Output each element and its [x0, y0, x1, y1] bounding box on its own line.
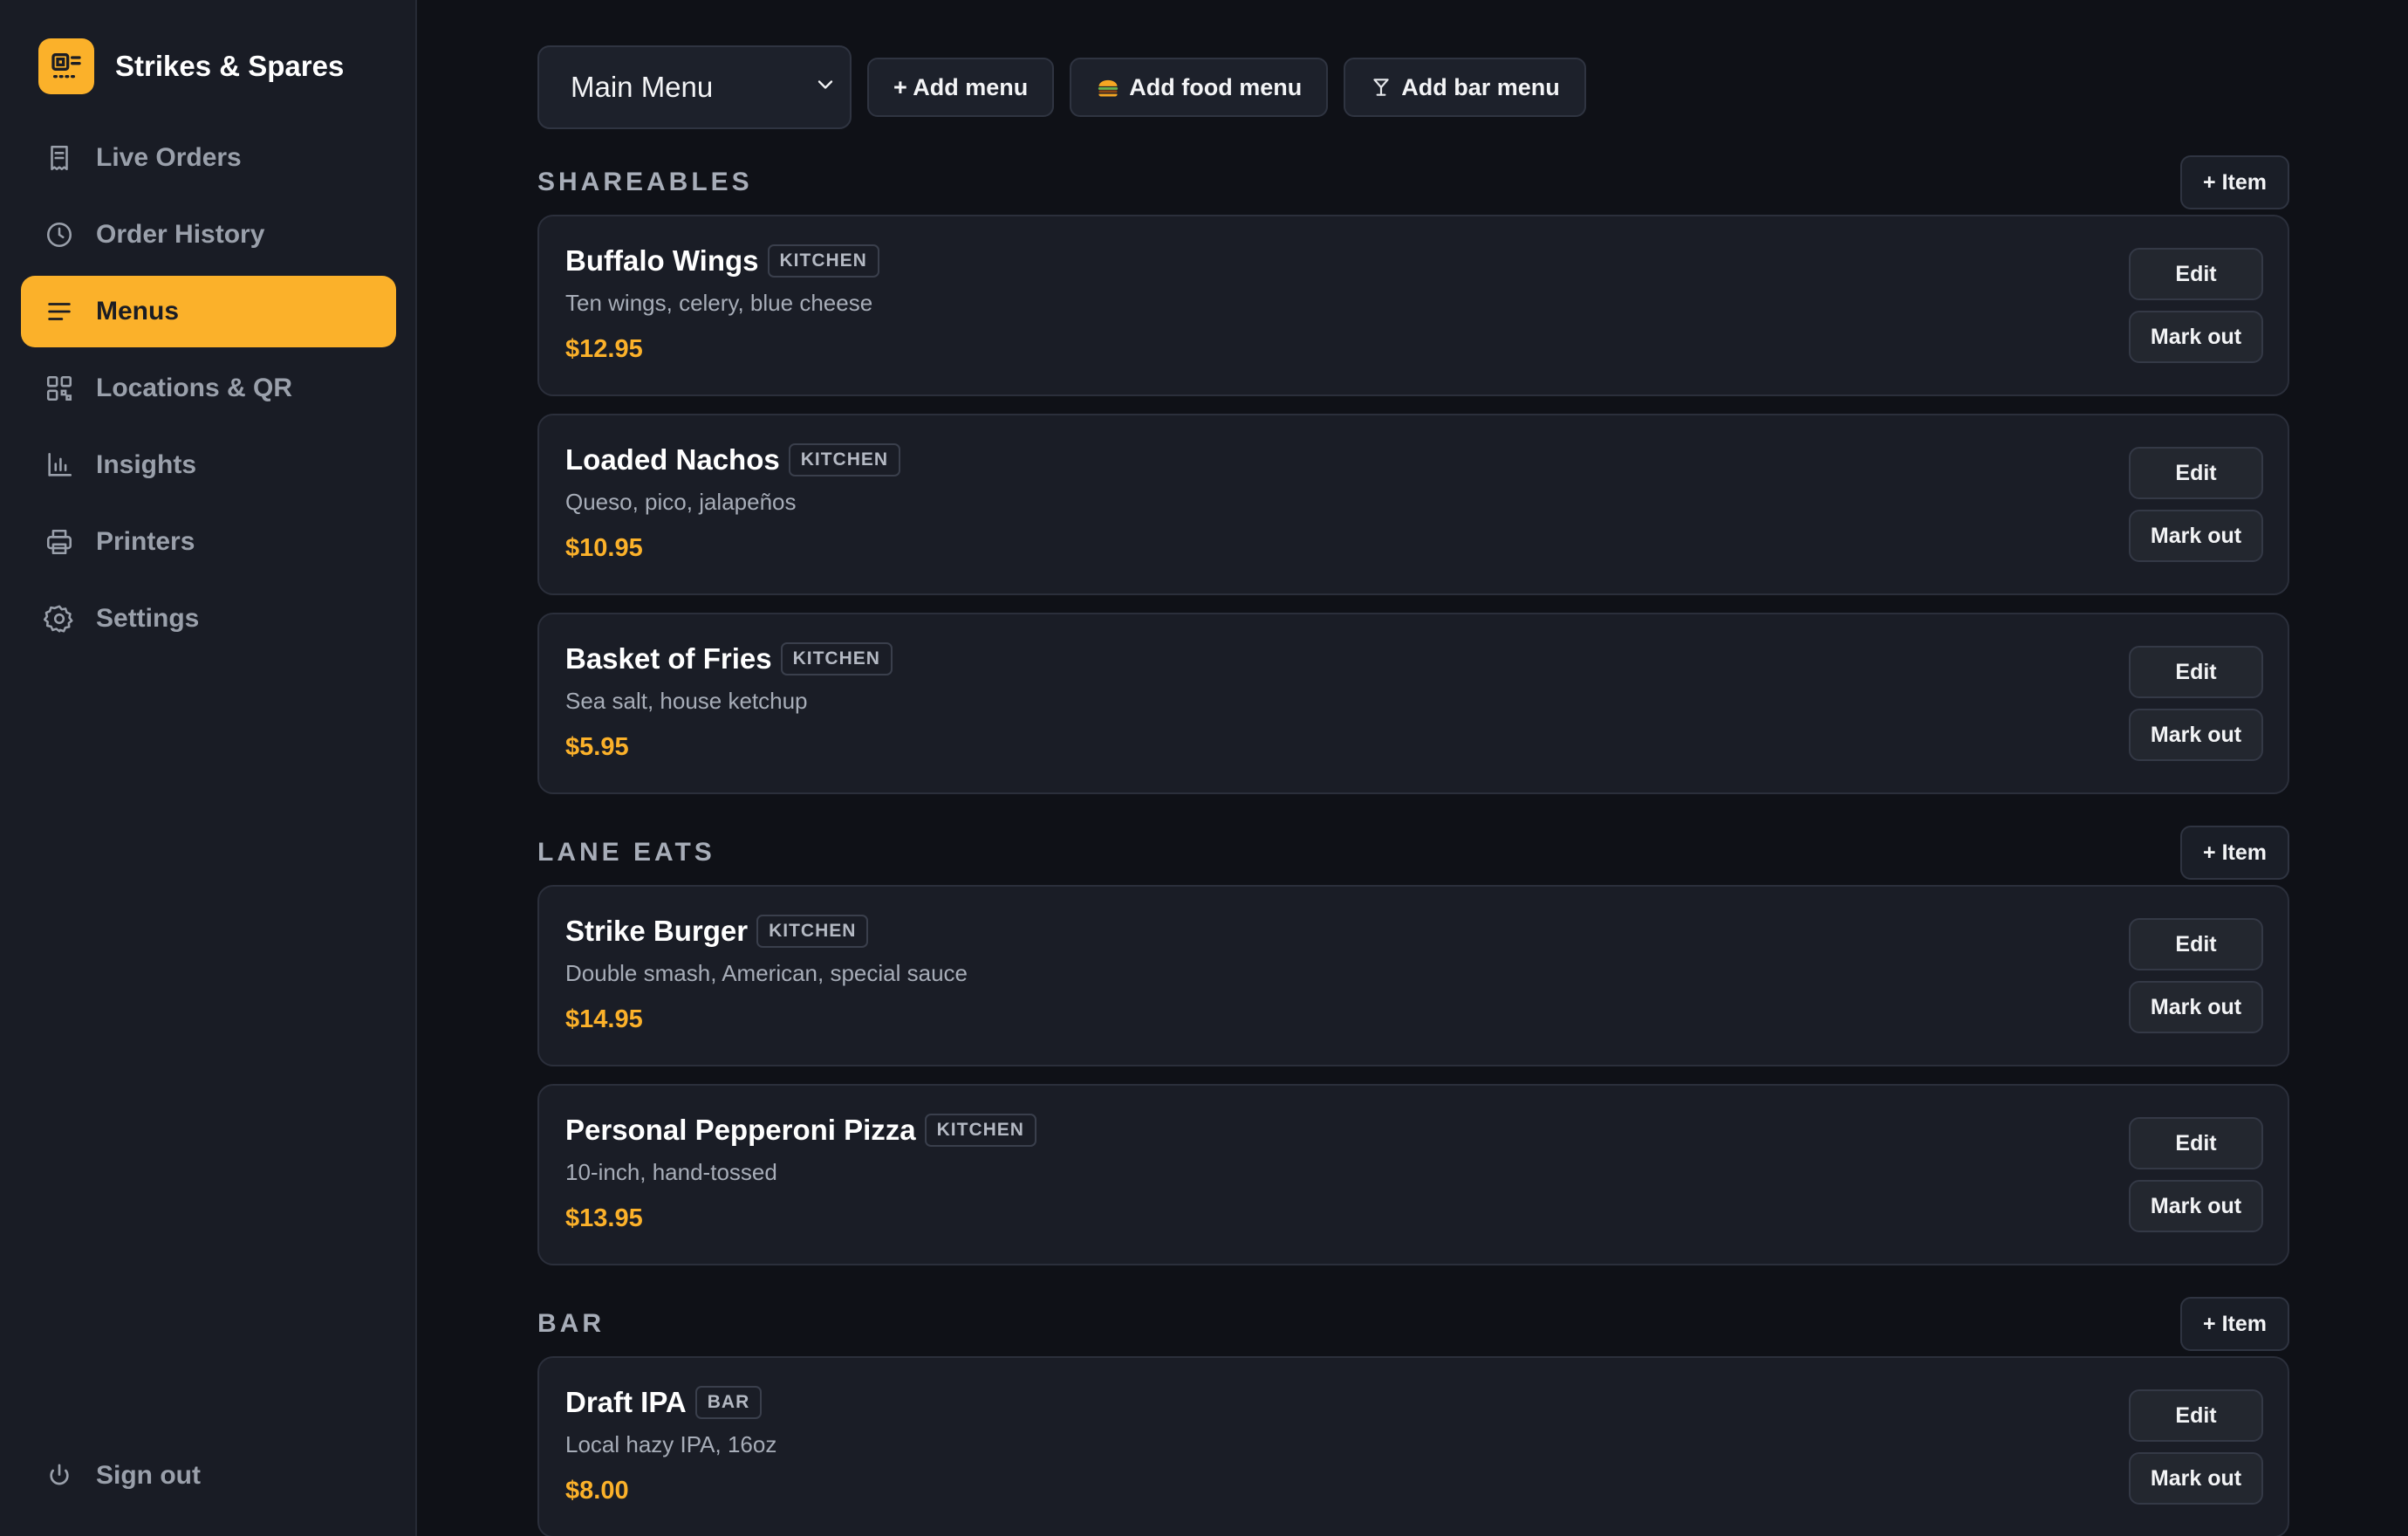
sidebar-item-locations-qr[interactable]: Locations & QR — [21, 353, 396, 424]
sidebar-item-label: Insights — [96, 450, 197, 479]
item-description: Sea salt, house ketchup — [565, 688, 808, 714]
menu-item-card: Personal Pepperoni Pizza KITCHEN 10-inch… — [537, 1084, 2289, 1265]
brand[interactable]: Strikes & Spares — [38, 38, 344, 94]
item-name: Draft IPA — [565, 1386, 687, 1418]
station-badge: KITCHEN — [788, 443, 901, 477]
item-price: $14.95 — [565, 1005, 643, 1033]
sidebar-item-label: Live Orders — [96, 143, 242, 172]
item-price: $13.95 — [565, 1204, 643, 1232]
add-menu-button[interactable]: + Add menu — [867, 58, 1055, 117]
item-name: Personal Pepperoni Pizza — [565, 1114, 916, 1146]
mark-out-button[interactable]: Mark out — [2129, 510, 2263, 562]
edit-button[interactable]: Edit — [2129, 248, 2263, 300]
sidebar-item-printers[interactable]: Printers — [21, 506, 396, 578]
add-bar-menu-label: Add bar menu — [1401, 73, 1560, 100]
edit-button[interactable]: Edit — [2129, 447, 2263, 499]
item-name: Strike Burger — [565, 915, 749, 947]
item-description: Double smash, American, special sauce — [565, 960, 968, 986]
sidebar-item-label: Menus — [96, 297, 180, 326]
edit-button[interactable]: Edit — [2129, 918, 2263, 970]
sidebar-item-label: Settings — [96, 604, 200, 633]
item-name: Basket of Fries — [565, 642, 772, 675]
add-food-menu-label: Add food menu — [1129, 73, 1303, 100]
edit-button[interactable]: Edit — [2129, 1117, 2263, 1169]
menu-item-card: Basket of Fries KITCHEN Sea salt, house … — [537, 613, 2289, 794]
app-root: Strikes & Spares Live Orders Order Histo… — [0, 0, 2408, 1536]
brand-name: Strikes & Spares — [115, 50, 345, 82]
power-icon — [42, 1458, 77, 1493]
menu-select[interactable]: Main Menu — [537, 45, 852, 129]
mark-out-button[interactable]: Mark out — [2129, 981, 2263, 1033]
add-item-button[interactable]: + Item — [2180, 826, 2289, 880]
sidebar-item-insights[interactable]: Insights — [21, 429, 396, 501]
item-price: $10.95 — [565, 534, 643, 562]
sidebar: Strikes & Spares Live Orders Order Histo… — [0, 0, 417, 1536]
sidebar-nav: Live Orders Order History Menus Location… — [21, 122, 396, 660]
bar-chart-icon — [42, 448, 77, 483]
add-item-button[interactable]: + Item — [2180, 1297, 2289, 1351]
sidebar-item-order-history[interactable]: Order History — [21, 199, 396, 271]
section-lane-eats: LANE EATS + Item Strike Burger KITCHEN D… — [537, 826, 2289, 1283]
menu-select-value: Main Menu — [571, 71, 714, 103]
menu-item-card: Strike Burger KITCHEN Double smash, Amer… — [537, 885, 2289, 1066]
menu-lines-icon — [42, 294, 77, 329]
section-shareables: SHAREABLES + Item Buffalo Wings KITCHEN … — [537, 155, 2289, 812]
item-description: Queso, pico, jalapeños — [565, 489, 797, 515]
add-food-menu-button[interactable]: Add food menu — [1070, 58, 1329, 117]
item-price: $12.95 — [565, 335, 643, 363]
clock-icon — [42, 217, 77, 252]
section-title: BAR — [537, 1309, 605, 1338]
item-name: Buffalo Wings — [565, 244, 759, 277]
station-badge: KITCHEN — [756, 915, 869, 948]
station-badge: KITCHEN — [767, 244, 879, 278]
item-description: 10-inch, hand-tossed — [565, 1159, 777, 1185]
receipt-scanner-icon — [38, 38, 94, 94]
chevron-down-icon — [813, 71, 838, 104]
mark-out-button[interactable]: Mark out — [2129, 1452, 2263, 1505]
mark-out-button[interactable]: Mark out — [2129, 709, 2263, 761]
sidebar-item-settings[interactable]: Settings — [21, 583, 396, 655]
sidebar-item-label: Locations & QR — [96, 374, 293, 402]
sidebar-item-menus[interactable]: Menus — [21, 276, 396, 347]
sidebar-item-live-orders[interactable]: Live Orders — [21, 122, 396, 194]
item-description: Local hazy IPA, 16oz — [565, 1431, 777, 1457]
item-name: Loaded Nachos — [565, 443, 780, 476]
menu-item-card: Buffalo Wings KITCHEN Ten wings, celery,… — [537, 215, 2289, 396]
sign-out-button[interactable]: Sign out — [21, 1440, 396, 1512]
cocktail-icon — [1370, 75, 1392, 99]
item-description: Ten wings, celery, blue cheese — [565, 290, 873, 316]
menu-toolbar: Main Menu + Add menu Add food menu Add b… — [537, 45, 1586, 129]
add-item-button[interactable]: + Item — [2180, 155, 2289, 209]
add-bar-menu-button[interactable]: Add bar menu — [1344, 58, 1586, 117]
qr-grid-icon — [42, 371, 77, 406]
receipt-icon — [42, 141, 77, 175]
edit-button[interactable]: Edit — [2129, 646, 2263, 698]
sidebar-item-label: Order History — [96, 220, 265, 249]
printer-icon — [42, 525, 77, 559]
menu-item-card: Draft IPA BAR Local hazy IPA, 16oz $8.00… — [537, 1356, 2289, 1536]
section-title: SHAREABLES — [537, 168, 753, 196]
burger-icon — [1096, 75, 1120, 99]
mark-out-button[interactable]: Mark out — [2129, 1180, 2263, 1232]
station-badge: KITCHEN — [780, 642, 893, 675]
station-badge: BAR — [694, 1386, 763, 1419]
section-title: LANE EATS — [537, 838, 715, 867]
station-badge: KITCHEN — [924, 1114, 1036, 1147]
item-price: $8.00 — [565, 1477, 629, 1505]
section-bar: BAR + Item Draft IPA BAR Local hazy IPA,… — [537, 1297, 2289, 1536]
sidebar-item-label: Printers — [96, 527, 195, 556]
edit-button[interactable]: Edit — [2129, 1389, 2263, 1442]
item-price: $5.95 — [565, 733, 629, 761]
sign-out-label: Sign out — [96, 1461, 201, 1490]
menu-item-card: Loaded Nachos KITCHEN Queso, pico, jalap… — [537, 414, 2289, 595]
gear-icon — [42, 601, 77, 636]
mark-out-button[interactable]: Mark out — [2129, 311, 2263, 363]
